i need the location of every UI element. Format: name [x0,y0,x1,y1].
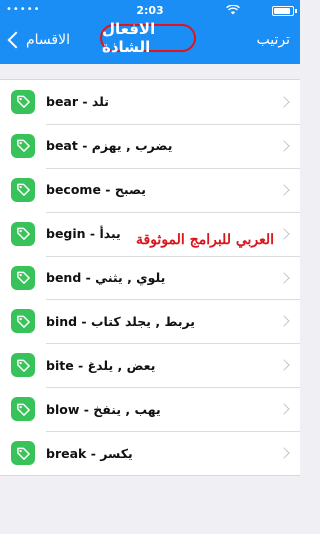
chevron-right-icon [278,271,290,284]
list-item[interactable]: break - يكسر [0,431,300,475]
list-item[interactable]: blow - يهب , ينفخ [0,387,300,431]
list-item[interactable]: bend - يلوي , يثني [0,255,300,300]
status-bar: ••••• 2:03 [0,0,300,20]
chevron-right-icon [278,184,290,196]
list-item-label: bear - تلد [46,94,109,110]
list-item-label: bind - يربط , يجلد كتاب [46,313,195,329]
list-item-label: begin - يبدأ [46,226,121,242]
tag-icon [11,309,35,334]
chevron-right-icon [278,140,290,152]
list-item-label: bite - يعض , يلدغ [46,357,156,373]
list-item[interactable]: bite - يعض , يلدغ [0,343,300,387]
list-item-label: bend - يلوي , يثني [46,270,166,285]
tag-icon [11,221,35,246]
chevron-right-icon [278,315,290,328]
chevron-right-icon [278,228,290,240]
tag-icon [11,133,35,158]
list-item-label: blow - يهب , ينفخ [46,401,161,417]
tag-icon [11,441,35,466]
tag-icon [11,89,35,114]
list-item-label: break - يكسر [46,445,133,461]
battery-icon [272,6,297,16]
page-title: الافعال الشاذة [100,20,196,56]
tag-icon [11,265,35,290]
chevron-right-icon [278,447,290,459]
tag-icon [11,353,35,378]
chevron-right-icon [278,359,290,372]
list-item-label: become - يصبح [46,182,146,198]
verb-list: bear - تلد beat - يضرب , يهزم become - يصب… [0,79,300,477]
tag-icon [11,177,35,202]
chevron-right-icon [278,403,290,415]
sort-button[interactable]: ترتيب [257,26,291,54]
navigation-bar: الاقسام الافعال الشاذة ترتيب [0,20,300,64]
list-item[interactable]: bind - يربط , يجلد كتاب [0,299,300,343]
tag-icon [11,397,35,422]
chevron-left-icon [7,31,25,49]
watermark: العربي للبرامج الموثوقة [136,232,275,248]
list-item[interactable]: beat - يضرب , يهزم [0,123,300,168]
chevron-right-icon [278,96,290,108]
list-item[interactable]: become - يصبح [0,167,300,212]
clock: 2:03 [136,4,164,17]
back-label: الاقسام [26,32,70,48]
list-item[interactable]: bear - تلد [0,80,300,124]
back-button[interactable]: الاقسام [6,26,70,54]
list-item-label: beat - يضرب , يهزم [46,138,173,154]
